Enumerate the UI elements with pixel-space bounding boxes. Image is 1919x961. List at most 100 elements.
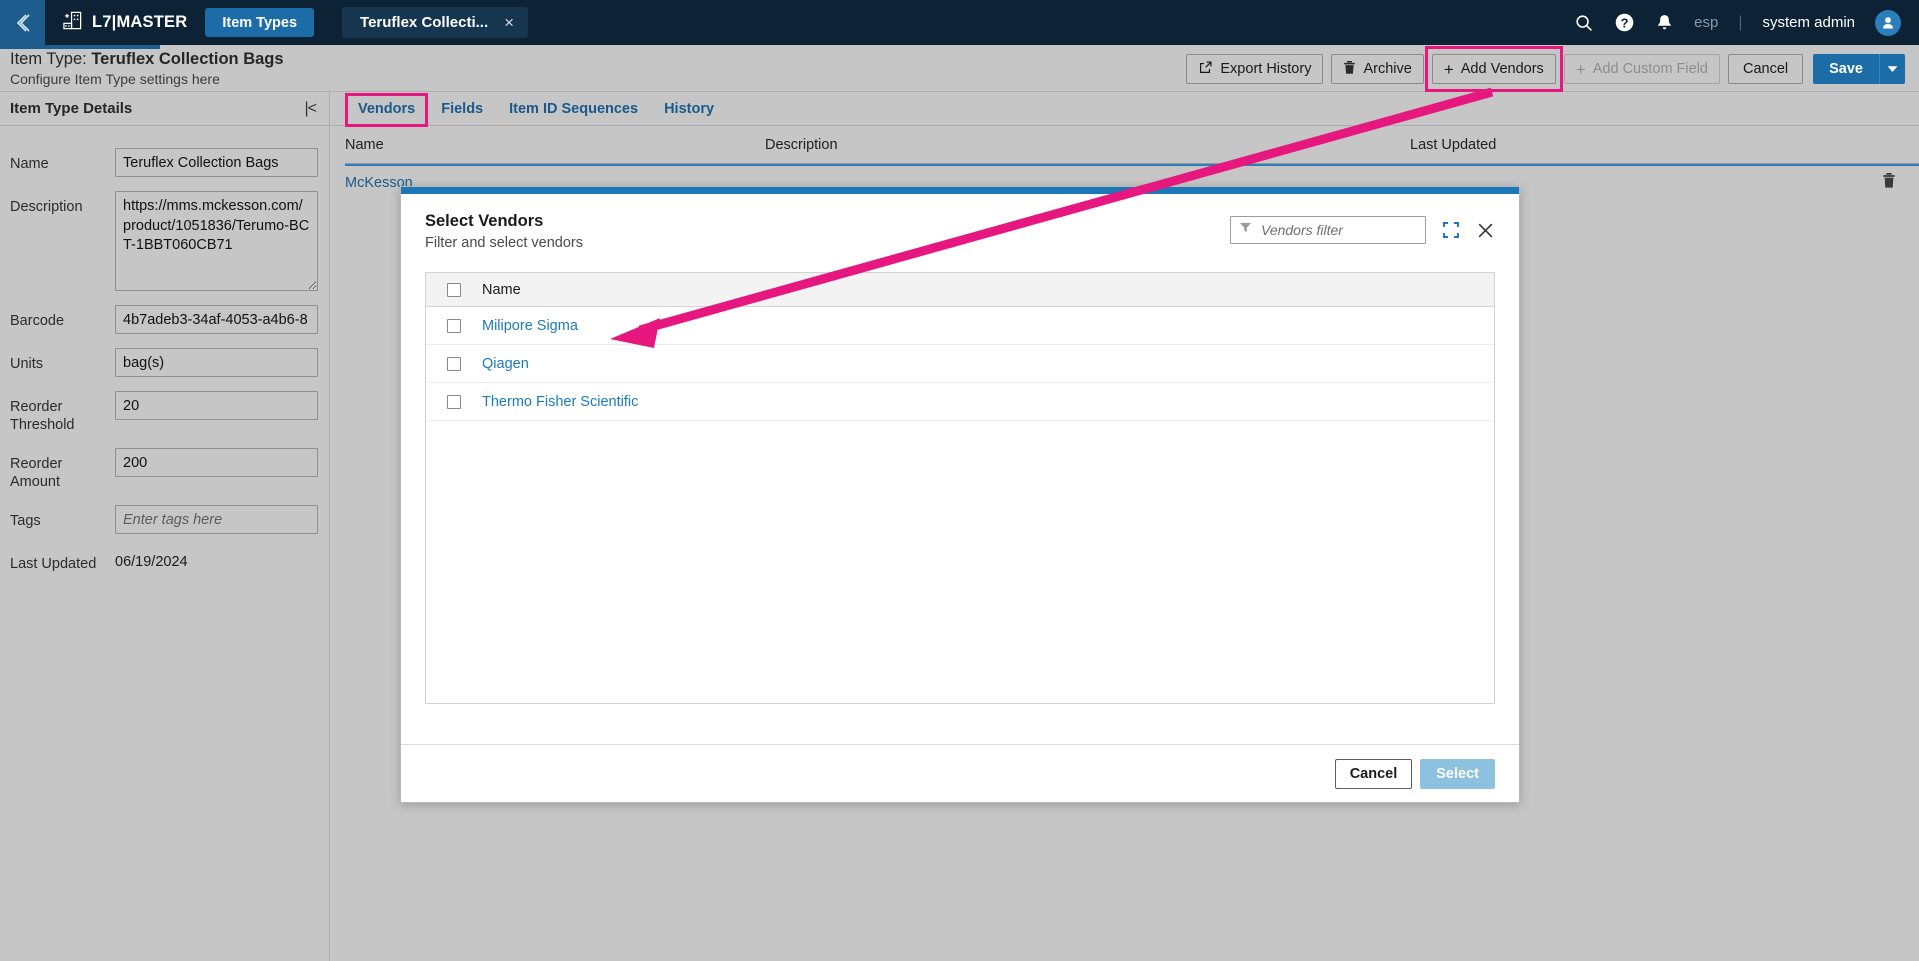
nav-divider: | [1738, 13, 1743, 31]
modal-body: Name Milipore Sigma Qiagen Thermo Fisher… [401, 272, 1519, 704]
row-checkbox[interactable] [447, 356, 461, 371]
row-checkbox[interactable] [447, 394, 461, 409]
content-tab-bar: Vendors Fields Item ID Sequences History [331, 92, 1919, 127]
modal-header: Select Vendors Filter and select vendors [401, 194, 1519, 272]
field-row-name: Name [0, 148, 329, 177]
back-button[interactable] [0, 0, 45, 45]
add-custom-field-button: + Add Custom Field [1563, 54, 1720, 84]
user-name-label: system admin [1762, 14, 1855, 31]
field-label: Barcode [10, 313, 65, 329]
field-label: Last Updated [10, 556, 97, 572]
details-panel-title: Item Type Details [10, 100, 133, 117]
list-item[interactable]: Qiagen [426, 345, 1494, 383]
add-vendors-button[interactable]: + Add Vendors [1431, 54, 1556, 84]
modal-subtitle: Filter and select vendors [425, 235, 583, 251]
add-vendors-wrapper: + Add Vendors [1424, 46, 1563, 92]
tab-history[interactable]: History [651, 92, 727, 125]
reorder-threshold-input[interactable] [115, 391, 318, 420]
export-history-button[interactable]: Export History [1186, 54, 1324, 84]
field-row-units: Units [0, 348, 329, 377]
plus-icon: + [1443, 59, 1454, 79]
vendor-name-link[interactable]: Thermo Fisher Scientific [482, 394, 638, 410]
archive-label: Archive [1363, 61, 1412, 77]
document-tab-teruflex[interactable]: Teruflex Collecti... × [342, 7, 529, 38]
save-button[interactable]: Save [1813, 54, 1879, 84]
column-header-name[interactable]: Name [482, 282, 521, 298]
select-all-cell [426, 282, 482, 297]
cancel-button[interactable]: Cancel [1334, 758, 1413, 789]
vendor-name-link[interactable]: Qiagen [482, 356, 529, 372]
page-header: Item Type: Teruflex Collection Bags Conf… [0, 45, 1919, 92]
page-subtitle: Configure Item Type settings here [10, 71, 220, 87]
field-label: Units [10, 356, 44, 372]
select-button[interactable]: Select [1420, 758, 1495, 789]
export-history-label: Export History [1220, 61, 1312, 77]
plus-icon: + [1575, 59, 1586, 79]
bell-icon[interactable] [1655, 13, 1674, 33]
field-row-barcode: Barcode [0, 305, 329, 334]
tab-vendors[interactable]: Vendors [345, 92, 429, 127]
column-header-description[interactable]: Description [765, 137, 1410, 153]
list-item[interactable]: Thermo Fisher Scientific [426, 383, 1494, 421]
name-input[interactable] [115, 148, 318, 177]
collapse-panel-icon[interactable]: |< [305, 100, 320, 118]
fullscreen-icon[interactable] [1442, 221, 1460, 239]
modal-footer: Cancel Select [401, 744, 1519, 802]
reorder-amount-input[interactable] [115, 448, 318, 477]
save-label: Save [1829, 61, 1863, 77]
vendors-filter-input[interactable] [1259, 217, 1417, 243]
vendors-select-table-header: Name [426, 273, 1494, 307]
save-button-group: Save [1813, 54, 1905, 84]
page-title-block: Item Type: Teruflex Collection Bags Conf… [10, 49, 284, 88]
tags-input[interactable] [115, 505, 318, 534]
tab-item-id-sequences[interactable]: Item ID Sequences [496, 92, 651, 125]
avatar[interactable] [1875, 9, 1901, 36]
row-checkbox-cell [426, 356, 482, 371]
save-dropdown-button[interactable] [1879, 54, 1905, 84]
add-custom-field-label: Add Custom Field [1592, 61, 1708, 77]
last-updated-value: 06/19/2024 [115, 554, 188, 570]
search-icon[interactable] [1574, 13, 1594, 33]
locale-label[interactable]: esp [1694, 14, 1718, 31]
brand-label: L7|MASTER [92, 13, 188, 31]
field-label: Reorder Amount [10, 456, 63, 490]
help-circle-icon[interactable]: ? [1614, 12, 1635, 33]
delete-row-button[interactable] [1859, 172, 1919, 194]
details-panel-header: Item Type Details |< [0, 92, 329, 126]
units-input[interactable] [115, 348, 318, 377]
vendors-filter-field[interactable] [1230, 216, 1426, 244]
external-link-icon [1198, 60, 1213, 79]
modal-title: Select Vendors [425, 212, 544, 230]
tab-fields-label: Fields [441, 100, 484, 117]
field-label: Reorder Threshold [10, 399, 75, 433]
document-tab-label: Teruflex Collecti... [360, 14, 489, 31]
close-icon[interactable] [1476, 221, 1495, 240]
nav-tab-item-types[interactable]: Item Types [205, 8, 315, 37]
tab-vendors-label: Vendors [358, 100, 416, 117]
app-brand: L7|MASTER [45, 0, 201, 45]
page-title-value: Teruflex Collection Bags [91, 50, 284, 68]
svg-text:?: ? [1621, 15, 1629, 30]
vendor-name-link[interactable]: Milipore Sigma [482, 318, 578, 334]
chevron-down-icon [1887, 60, 1898, 78]
description-textarea[interactable]: https://mms.mckesson.com/product/1051836… [115, 191, 318, 291]
barcode-input[interactable] [115, 305, 318, 334]
topbar-right-group: ? esp | system admin [1574, 0, 1919, 45]
list-item[interactable]: Milipore Sigma [426, 307, 1494, 345]
column-header-name[interactable]: Name [345, 137, 765, 153]
page-action-bar: Export History Archive + Add Vendors + A… [1186, 46, 1905, 92]
modal-accent-bar [401, 187, 1519, 194]
row-checkbox-cell [426, 394, 482, 409]
vendors-select-table: Name Milipore Sigma Qiagen Thermo Fisher… [425, 272, 1495, 704]
close-icon[interactable]: × [502, 14, 516, 31]
select-all-checkbox[interactable] [447, 282, 461, 297]
field-label: Description [10, 199, 83, 215]
archive-button[interactable]: Archive [1331, 54, 1424, 84]
cancel-button[interactable]: Cancel [1727, 54, 1804, 84]
row-checkbox[interactable] [447, 318, 461, 333]
chevron-left-icon [11, 11, 35, 35]
field-row-tags: Tags [0, 505, 329, 534]
tab-fields[interactable]: Fields [428, 92, 496, 125]
field-row-reorder-threshold: Reorder Threshold [0, 391, 329, 434]
column-header-last-updated[interactable]: Last Updated [1410, 137, 1919, 153]
